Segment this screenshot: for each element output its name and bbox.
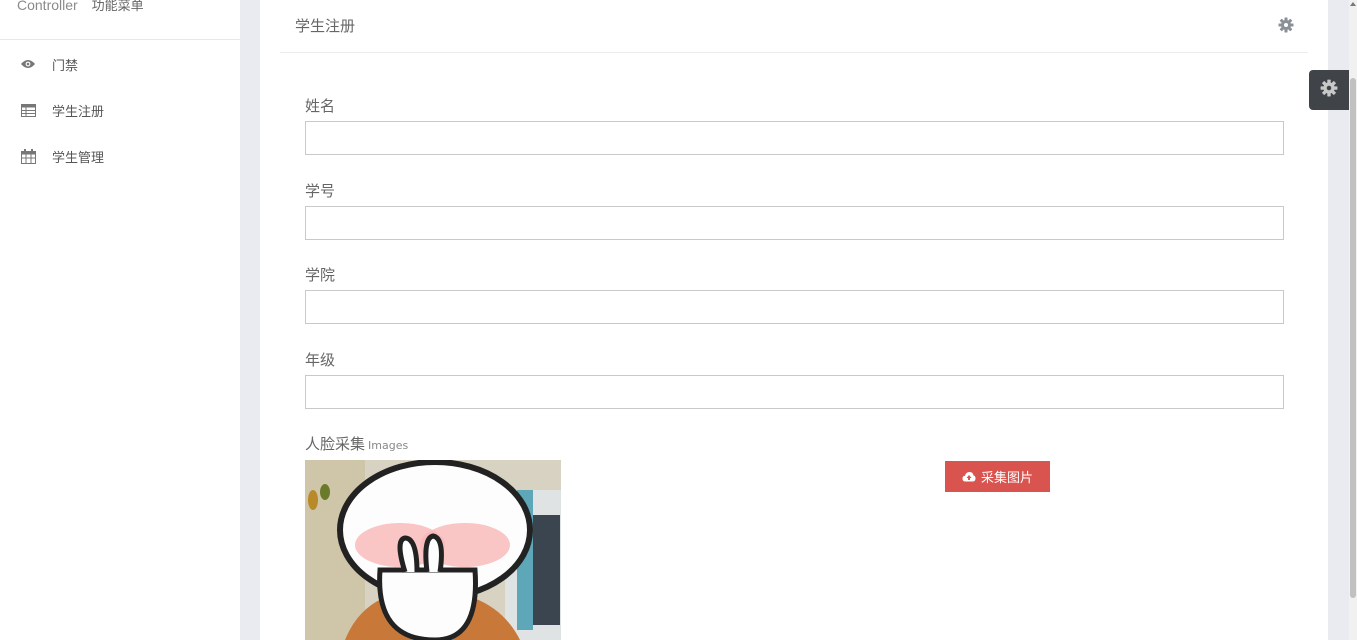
- capture-image-button[interactable]: 采集图片: [945, 461, 1050, 492]
- menu-title: 功能菜单: [91, 0, 144, 13]
- cloud-upload-icon: [962, 471, 976, 482]
- gear-icon: [1320, 79, 1338, 101]
- sidebar-item-student-register[interactable]: 学生注册: [0, 90, 240, 130]
- brand-title: Controller: [17, 0, 78, 13]
- grade-field[interactable]: [305, 375, 1284, 409]
- student-id-field[interactable]: [305, 206, 1284, 240]
- scroll-thumb[interactable]: [1350, 78, 1356, 598]
- capture-button-label: 采集图片: [980, 471, 1033, 486]
- settings-toggle[interactable]: [1309, 70, 1349, 110]
- sidebar-divider: [0, 39, 240, 40]
- scrollbar[interactable]: [1349, 0, 1357, 640]
- sidebar-item-access[interactable]: 门禁: [0, 44, 240, 84]
- grade-label: 年级: [305, 351, 336, 369]
- college-field[interactable]: [305, 290, 1284, 324]
- brand: Controller 功能菜单: [17, 0, 144, 14]
- face-photo: [305, 460, 561, 640]
- sidebar-item-label: 学生注册: [52, 104, 105, 120]
- name-label: 姓名: [305, 97, 336, 115]
- table-icon: [20, 102, 36, 118]
- face-capture-sublabel: Images: [368, 439, 409, 452]
- main-panel: 学生注册 姓名 学号 学院 年级 人脸采集 Images 采集图片: [260, 0, 1328, 640]
- college-label: 学院: [305, 266, 336, 284]
- page-title: 学生注册: [295, 17, 356, 35]
- sidebar-item-label: 门禁: [52, 58, 79, 74]
- panel-header: 学生注册: [280, 0, 1308, 53]
- gear-icon[interactable]: [1278, 17, 1294, 33]
- sidebar-item-student-manage[interactable]: 学生管理: [0, 136, 240, 176]
- calendar-icon: [20, 148, 36, 164]
- scroll-up-icon[interactable]: [1350, 2, 1356, 6]
- student-id-label: 学号: [305, 182, 336, 200]
- face-capture-title: 人脸采集: [305, 435, 366, 453]
- face-capture-label: 人脸采集 Images: [305, 433, 408, 454]
- sidebar: Controller 功能菜单 门禁 学生注册 学生管理: [0, 0, 240, 640]
- sidebar-item-label: 学生管理: [52, 150, 105, 166]
- eye-icon: [20, 56, 36, 72]
- name-field[interactable]: [305, 121, 1284, 155]
